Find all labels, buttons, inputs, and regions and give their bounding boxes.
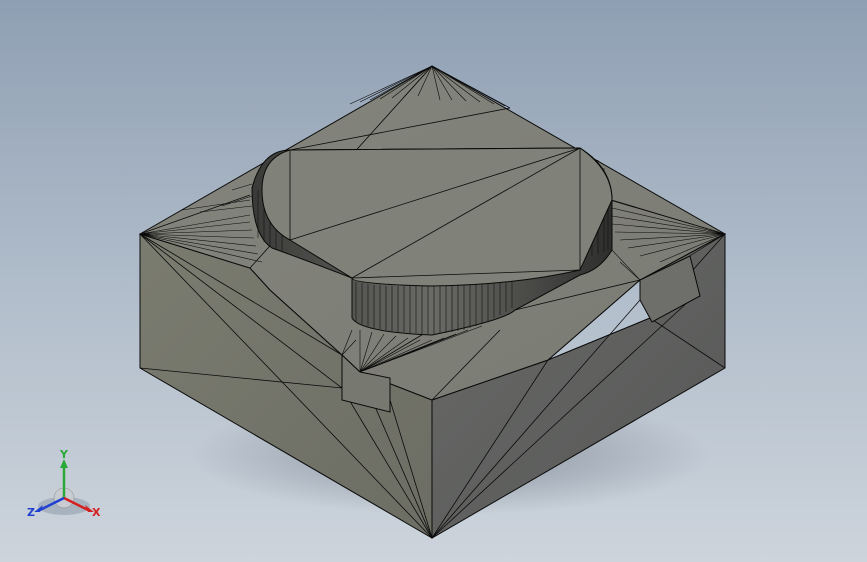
part-model[interactable] xyxy=(0,0,867,562)
x-axis-label: X xyxy=(92,506,101,519)
y-axis-label: Y xyxy=(59,448,69,461)
view-triad[interactable]: Y X Z xyxy=(22,446,106,526)
graphics-viewport[interactable]: Y X Z xyxy=(0,0,867,562)
z-axis-label: Z xyxy=(27,506,35,519)
